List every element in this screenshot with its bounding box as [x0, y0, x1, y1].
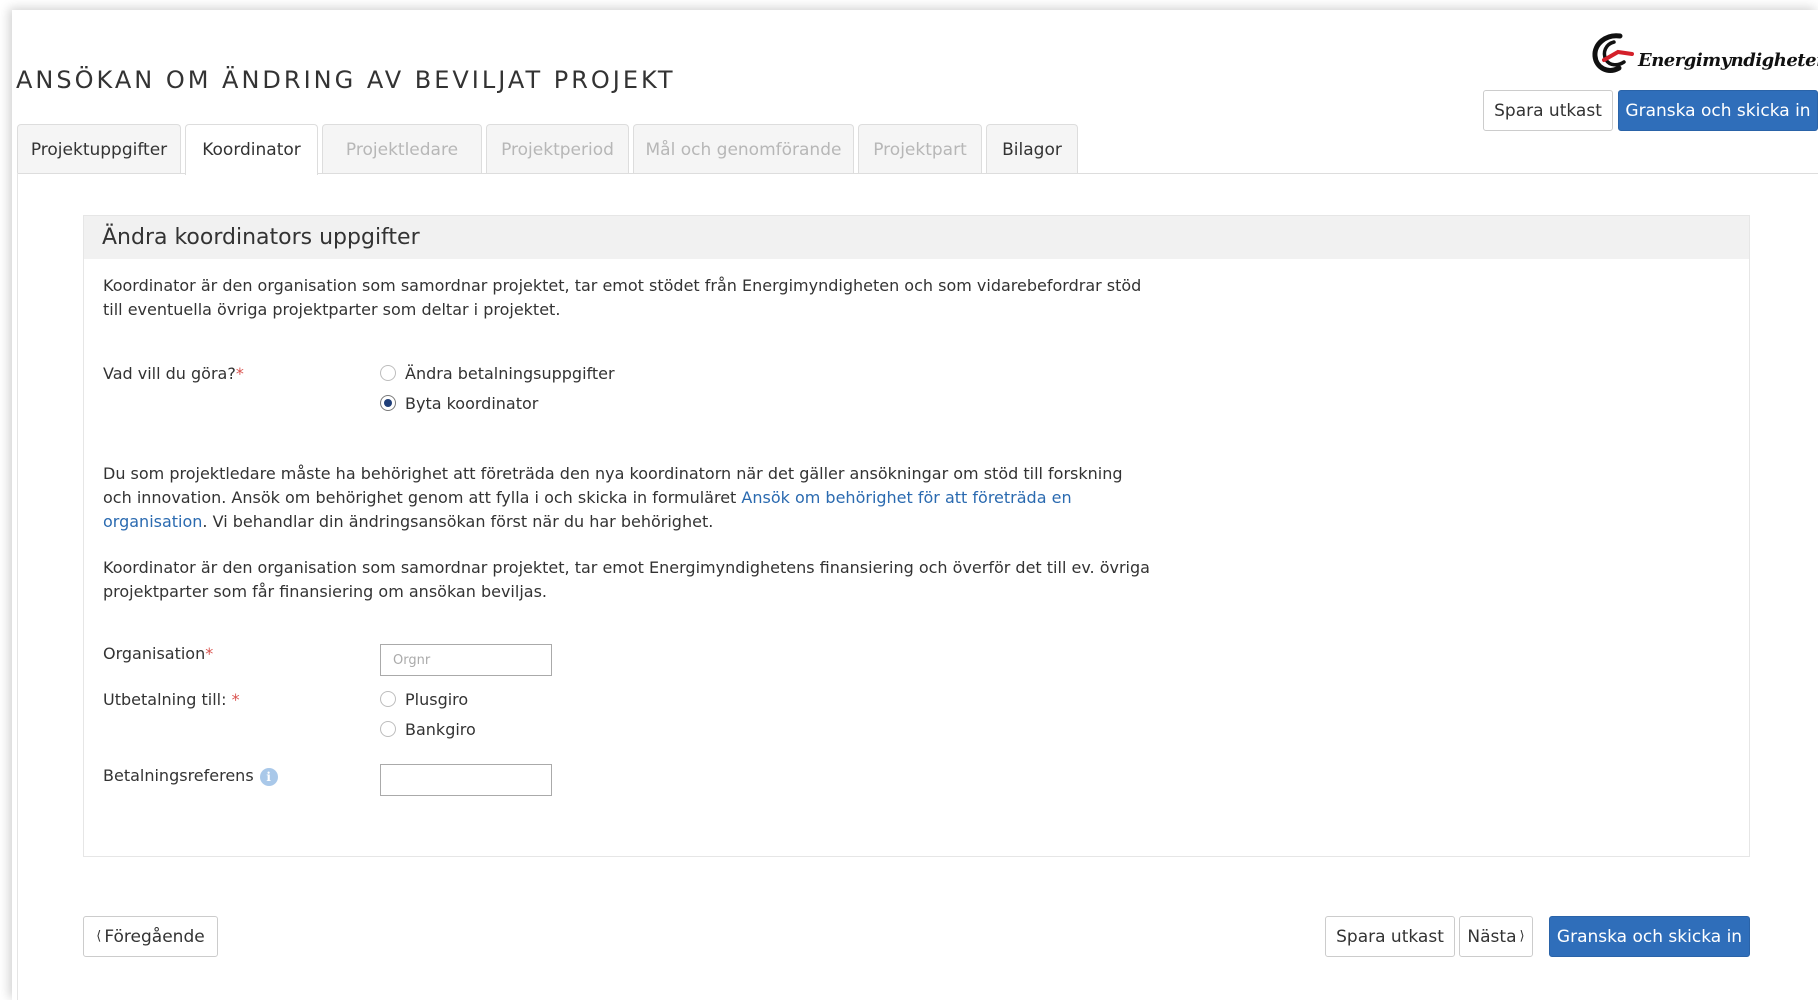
option-change-payment[interactable]: Ändra betalningsuppgifter: [380, 361, 615, 385]
required-mark: *: [205, 644, 214, 663]
chevron-left-icon: ⟨: [96, 929, 102, 944]
next-button-label: Nästa: [1467, 926, 1517, 947]
tab-mal-och-genomforande: Mål och genomförande: [633, 124, 854, 174]
radio-plusgiro[interactable]: [380, 691, 396, 707]
tab-bilagor[interactable]: Bilagor: [986, 124, 1078, 174]
tab-projektuppgifter[interactable]: Projektuppgifter: [17, 124, 181, 174]
question-label: Vad vill du göra?*: [103, 364, 244, 383]
authority-text: Du som projektledare måste ha behörighet…: [103, 462, 1153, 534]
option-bankgiro[interactable]: Bankgiro: [380, 717, 476, 741]
previous-button-label: Föregående: [104, 926, 205, 947]
radio-change-coordinator[interactable]: [380, 395, 396, 411]
tab-koordinator[interactable]: Koordinator: [185, 124, 318, 175]
organisation-label: Organisation*: [103, 644, 213, 663]
tab-projektperiod: Projektperiod: [486, 124, 629, 174]
coordinator-panel: Ändra koordinators uppgifter Koordinator…: [83, 215, 1750, 857]
header-save-draft-button[interactable]: Spara utkast: [1483, 90, 1613, 131]
energimyndigheten-logo-icon: [1592, 33, 1634, 73]
energimyndigheten-logo: Energimyndigheten: [1588, 30, 1818, 80]
intro-text: Koordinator är den organisation som samo…: [103, 276, 1142, 319]
option-plusgiro-label: Plusgiro: [405, 689, 469, 709]
payment-label-text: Utbetalning till:: [103, 690, 227, 709]
reference-label-text: Betalningsreferens: [103, 766, 254, 785]
footer-review-submit-button[interactable]: Granska och skicka in: [1549, 916, 1750, 957]
panel-heading: Ändra koordinators uppgifter: [84, 216, 1749, 259]
payment-label: Utbetalning till: *: [103, 690, 240, 709]
tab-projektledare: Projektledare: [322, 124, 482, 174]
chevron-right-icon: ⟩: [1519, 929, 1525, 944]
required-mark: *: [231, 690, 240, 709]
authority-text-after: . Vi behandlar din ändringsansökan först…: [202, 512, 714, 531]
previous-button[interactable]: ⟨ Föregående: [83, 916, 218, 957]
required-mark: *: [235, 364, 244, 383]
content-border: [17, 173, 18, 1000]
organisation-input[interactable]: [380, 644, 552, 676]
reference-label: Betalningsreferens i: [103, 766, 278, 786]
page-title: ANSÖKAN OM ÄNDRING AV BEVILJAT PROJEKT: [16, 66, 676, 94]
header-review-submit-button[interactable]: Granska och skicka in: [1618, 90, 1818, 131]
next-button[interactable]: Nästa ⟩: [1459, 916, 1533, 957]
radio-bankgiro[interactable]: [380, 721, 396, 737]
option-change-payment-label: Ändra betalningsuppgifter: [405, 363, 615, 383]
info-icon[interactable]: i: [259, 767, 278, 786]
payment-reference-input[interactable]: [380, 764, 552, 796]
organisation-label-text: Organisation: [103, 644, 206, 663]
option-change-coordinator-label: Byta koordinator: [405, 393, 539, 413]
tab-projektpart: Projektpart: [858, 124, 982, 174]
financing-text: Koordinator är den organisation som samo…: [103, 558, 1150, 601]
logo-text: Energimyndigheten: [1638, 50, 1818, 71]
option-bankgiro-label: Bankgiro: [405, 719, 476, 739]
option-plusgiro[interactable]: Plusgiro: [380, 687, 468, 711]
footer-save-draft-button[interactable]: Spara utkast: [1325, 916, 1455, 957]
option-change-coordinator[interactable]: Byta koordinator: [380, 391, 538, 415]
radio-change-payment[interactable]: [380, 365, 396, 381]
question-label-text: Vad vill du göra?: [103, 364, 236, 383]
